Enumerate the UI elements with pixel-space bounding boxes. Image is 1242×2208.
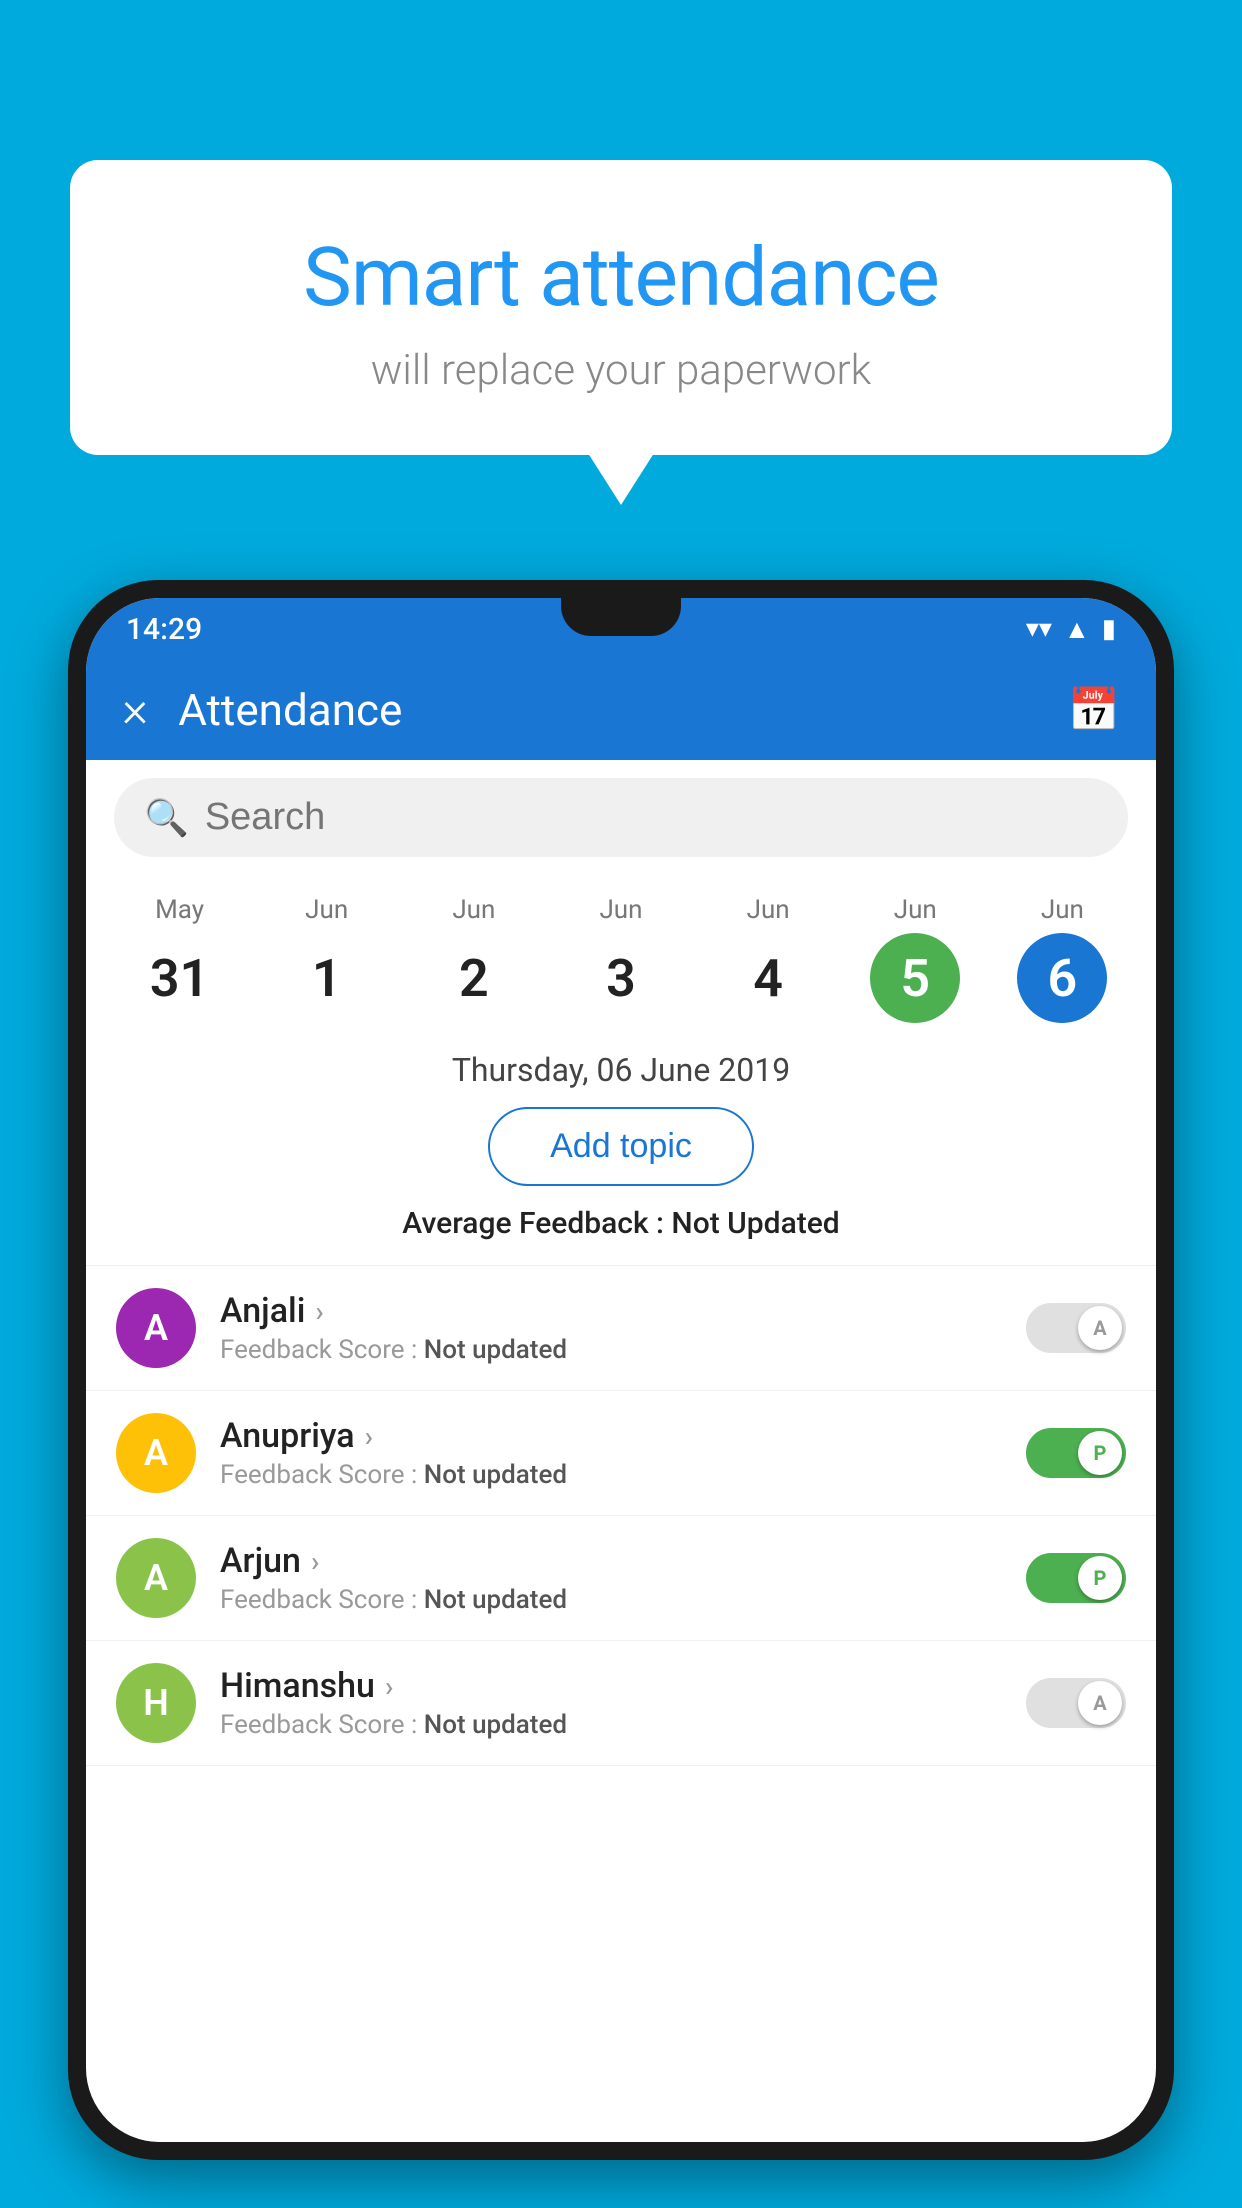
status-icons: ▾▾ ▲ ▮ bbox=[1026, 614, 1116, 645]
student-info-anjali: Anjali › Feedback Score : Not updated bbox=[220, 1291, 1026, 1365]
chevron-icon: › bbox=[385, 1670, 393, 1703]
phone-frame: 14:29 ▾▾ ▲ ▮ × Attendance 📅 🔍 bbox=[68, 580, 1174, 2160]
toggle-arjun[interactable]: P bbox=[1026, 1553, 1126, 1603]
feedback-score-himanshu: Feedback Score : Not updated bbox=[220, 1710, 1026, 1740]
avatar-himanshu: H bbox=[116, 1663, 196, 1743]
chevron-icon: › bbox=[365, 1420, 373, 1453]
search-bar[interactable]: 🔍 bbox=[114, 778, 1128, 857]
app-title: Attendance bbox=[178, 684, 1068, 736]
day-jun4[interactable]: Jun 4 bbox=[723, 895, 813, 1023]
bubble-title: Smart attendance bbox=[130, 230, 1112, 326]
feedback-score-arjun: Feedback Score : Not updated bbox=[220, 1585, 1026, 1615]
student-name-arjun: Arjun › bbox=[220, 1541, 1026, 1581]
signal-icon: ▲ bbox=[1064, 614, 1090, 645]
avg-feedback-label: Average Feedback : Not Updated bbox=[86, 1206, 1156, 1241]
search-icon: 🔍 bbox=[144, 797, 189, 839]
search-input[interactable] bbox=[205, 796, 1098, 839]
toggle-anjali[interactable]: A bbox=[1026, 1303, 1126, 1353]
student-arjun[interactable]: A Arjun › Feedback Score : Not updated P bbox=[86, 1516, 1156, 1641]
student-himanshu[interactable]: H Himanshu › Feedback Score : Not update… bbox=[86, 1641, 1156, 1766]
toggle-himanshu[interactable]: A bbox=[1026, 1678, 1126, 1728]
day-jun1[interactable]: Jun 1 bbox=[282, 895, 372, 1023]
student-name-himanshu: Himanshu › bbox=[220, 1666, 1026, 1706]
student-anjali[interactable]: A Anjali › Feedback Score : Not updated … bbox=[86, 1266, 1156, 1391]
day-may31[interactable]: May 31 bbox=[135, 895, 225, 1023]
close-button[interactable]: × bbox=[122, 681, 148, 739]
feedback-score-anjali: Feedback Score : Not updated bbox=[220, 1335, 1026, 1365]
speech-bubble-container: Smart attendance will replace your paper… bbox=[70, 160, 1172, 455]
day-jun6[interactable]: Jun 6 bbox=[1017, 895, 1107, 1023]
calendar-strip: May 31 Jun 1 Jun 2 Jun 3 Jun 4 bbox=[86, 875, 1156, 1023]
phone-notch bbox=[561, 598, 681, 636]
student-info-himanshu: Himanshu › Feedback Score : Not updated bbox=[220, 1666, 1026, 1740]
battery-icon: ▮ bbox=[1102, 614, 1116, 644]
avatar-anjali: A bbox=[116, 1288, 196, 1368]
student-name-anupriya: Anupriya › bbox=[220, 1416, 1026, 1456]
speech-bubble: Smart attendance will replace your paper… bbox=[70, 160, 1172, 455]
status-time: 14:29 bbox=[126, 612, 202, 647]
chevron-icon: › bbox=[315, 1295, 323, 1328]
avatar-anupriya: A bbox=[116, 1413, 196, 1493]
student-info-anupriya: Anupriya › Feedback Score : Not updated bbox=[220, 1416, 1026, 1490]
student-anupriya[interactable]: A Anupriya › Feedback Score : Not update… bbox=[86, 1391, 1156, 1516]
day-jun5[interactable]: Jun 5 bbox=[870, 895, 960, 1023]
wifi-icon: ▾▾ bbox=[1026, 614, 1052, 644]
phone-screen: 14:29 ▾▾ ▲ ▮ × Attendance 📅 🔍 bbox=[86, 598, 1156, 2142]
phone-container: 14:29 ▾▾ ▲ ▮ × Attendance 📅 🔍 bbox=[68, 580, 1174, 2208]
chevron-icon: › bbox=[311, 1545, 319, 1578]
day-jun2[interactable]: Jun 2 bbox=[429, 895, 519, 1023]
student-name-anjali: Anjali › bbox=[220, 1291, 1026, 1331]
bubble-subtitle: will replace your paperwork bbox=[130, 346, 1112, 395]
selected-date: Thursday, 06 June 2019 bbox=[86, 1023, 1156, 1107]
bottom-fade bbox=[86, 2042, 1156, 2142]
avatar-arjun: A bbox=[116, 1538, 196, 1618]
add-topic-button[interactable]: Add topic bbox=[488, 1107, 754, 1186]
calendar-icon[interactable]: 📅 bbox=[1068, 686, 1120, 735]
day-jun3[interactable]: Jun 3 bbox=[576, 895, 666, 1023]
feedback-score-anupriya: Feedback Score : Not updated bbox=[220, 1460, 1026, 1490]
student-info-arjun: Arjun › Feedback Score : Not updated bbox=[220, 1541, 1026, 1615]
app-bar: × Attendance 📅 bbox=[86, 660, 1156, 760]
toggle-anupriya[interactable]: P bbox=[1026, 1428, 1126, 1478]
